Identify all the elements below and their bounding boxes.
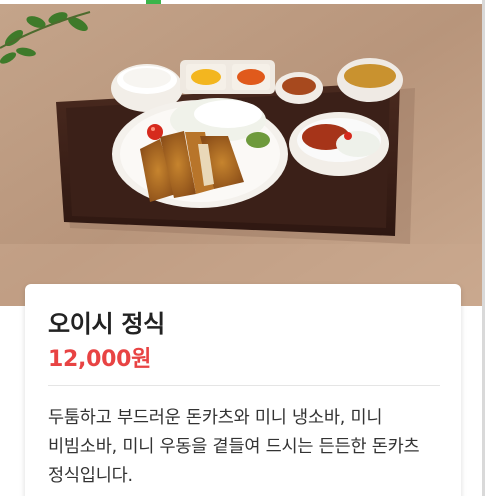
menu-detail-view: 오이시 정식 12,000원 두툼하고 부드러운 돈카츠와 미니 냉소바, 미니… (0, 0, 485, 496)
menu-price: 12,000원 (48, 347, 152, 372)
menu-description: 두툼하고 부드러운 돈카츠와 미니 냉소바, 미니 비빔소바, 미니 우동을 곁… (48, 408, 420, 486)
menu-info-card: 오이시 정식 12,000원 두툼하고 부드러운 돈카츠와 미니 냉소바, 미니… (25, 284, 461, 496)
divider (48, 385, 440, 386)
menu-photo (0, 4, 485, 306)
menu-name: 오이시 정식 (48, 310, 165, 338)
